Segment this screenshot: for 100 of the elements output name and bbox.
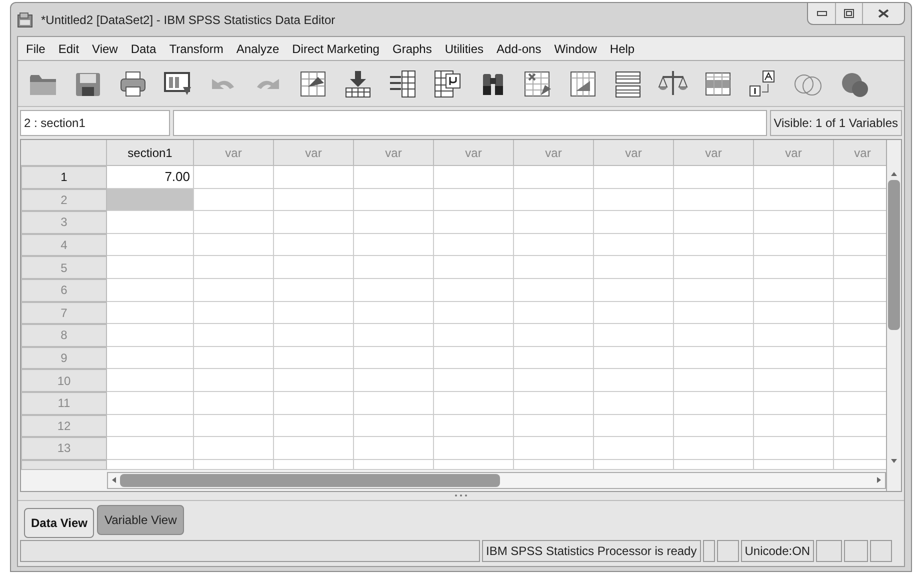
table-cell[interactable] <box>107 256 194 279</box>
table-cell[interactable] <box>754 256 834 279</box>
table-cell[interactable] <box>674 414 754 438</box>
table-cell[interactable] <box>754 188 834 212</box>
table-cell[interactable] <box>274 437 354 460</box>
table-cell[interactable] <box>834 460 886 470</box>
table-cell[interactable] <box>434 346 514 370</box>
table-cell[interactable] <box>754 460 834 470</box>
table-cell[interactable] <box>594 188 674 212</box>
table-cell[interactable] <box>354 234 434 256</box>
menu-item[interactable]: Add-ons <box>490 40 548 58</box>
table-cell[interactable] <box>754 324 834 347</box>
table-cell[interactable] <box>514 278 594 302</box>
table-cell[interactable] <box>274 188 354 212</box>
table-cell[interactable] <box>754 369 834 392</box>
table-cell[interactable] <box>754 346 834 370</box>
table-cell[interactable] <box>674 369 754 392</box>
row-header[interactable]: 11 <box>21 392 107 415</box>
table-cell[interactable] <box>674 437 754 460</box>
table-cell[interactable] <box>107 460 194 470</box>
menu-item[interactable]: Graphs <box>386 40 438 58</box>
table-cell[interactable] <box>354 278 434 302</box>
row-header[interactable]: 5 <box>21 256 107 279</box>
table-cell[interactable] <box>434 234 514 256</box>
table-cell[interactable] <box>674 211 754 234</box>
table-cell[interactable] <box>834 166 886 189</box>
table-cell[interactable] <box>274 302 354 324</box>
row-header[interactable]: 4 <box>21 234 107 256</box>
table-cell[interactable] <box>434 188 514 212</box>
go-to-variable-icon[interactable] <box>343 68 373 98</box>
table-cell[interactable] <box>594 414 674 438</box>
row-header[interactable]: 13 <box>21 437 107 460</box>
table-cell[interactable]: 7.00 <box>107 166 194 189</box>
menu-item[interactable]: Utilities <box>438 40 490 58</box>
table-cell[interactable] <box>354 346 434 370</box>
table-cell[interactable] <box>754 414 834 438</box>
table-cell[interactable] <box>194 234 274 256</box>
table-cell[interactable] <box>514 437 594 460</box>
table-cell[interactable] <box>354 166 434 189</box>
table-cell[interactable] <box>674 346 754 370</box>
table-cell[interactable] <box>674 166 754 189</box>
table-cell[interactable] <box>107 278 194 302</box>
table-cell[interactable] <box>834 234 886 256</box>
table-cell[interactable] <box>674 460 754 470</box>
row-header[interactable]: 3 <box>21 211 107 234</box>
table-cell[interactable] <box>514 188 594 212</box>
table-cell[interactable] <box>834 211 886 234</box>
table-cell[interactable] <box>514 414 594 438</box>
table-cell[interactable] <box>107 437 194 460</box>
table-cell[interactable] <box>594 460 674 470</box>
table-cell[interactable] <box>194 414 274 438</box>
table-cell[interactable] <box>194 188 274 212</box>
print-icon[interactable] <box>118 68 148 98</box>
view-tab[interactable]: Variable View <box>97 504 184 535</box>
table-cell[interactable] <box>107 346 194 370</box>
table-cell[interactable] <box>514 346 594 370</box>
view-tab[interactable]: Data View <box>24 508 94 538</box>
table-cell[interactable] <box>834 302 886 324</box>
table-cell[interactable] <box>434 166 514 189</box>
table-cell[interactable] <box>674 256 754 279</box>
table-cell[interactable] <box>754 392 834 415</box>
table-cell[interactable] <box>194 437 274 460</box>
table-cell[interactable] <box>107 369 194 392</box>
table-cell[interactable] <box>754 437 834 460</box>
insert-variable-icon[interactable] <box>568 68 598 98</box>
table-cell[interactable] <box>107 414 194 438</box>
table-cell[interactable] <box>674 278 754 302</box>
table-cell[interactable] <box>514 302 594 324</box>
table-cell[interactable] <box>674 392 754 415</box>
table-cell[interactable] <box>834 414 886 438</box>
table-cell[interactable] <box>274 256 354 279</box>
variables-icon[interactable] <box>388 68 418 98</box>
row-header[interactable]: 6 <box>21 278 107 302</box>
table-cell[interactable] <box>674 302 754 324</box>
table-cell[interactable] <box>194 278 274 302</box>
table-cell[interactable] <box>834 256 886 279</box>
table-cell[interactable] <box>674 234 754 256</box>
table-cell[interactable] <box>107 302 194 324</box>
table-cell[interactable] <box>107 211 194 234</box>
table-cell[interactable] <box>434 369 514 392</box>
table-cell[interactable] <box>594 256 674 279</box>
table-cell[interactable] <box>514 211 594 234</box>
table-cell[interactable] <box>514 166 594 189</box>
table-cell[interactable] <box>107 188 194 212</box>
menu-item[interactable]: Help <box>604 40 641 58</box>
table-cell[interactable] <box>594 278 674 302</box>
table-cell[interactable] <box>434 302 514 324</box>
table-cell[interactable] <box>674 188 754 212</box>
table-cell[interactable] <box>754 166 834 189</box>
table-cell[interactable] <box>194 346 274 370</box>
row-header[interactable]: 8 <box>21 324 107 347</box>
table-cell[interactable] <box>354 256 434 279</box>
vertical-scrollbar[interactable] <box>886 140 901 491</box>
insert-cases-icon[interactable] <box>523 68 553 98</box>
table-cell[interactable] <box>594 346 674 370</box>
row-header[interactable] <box>21 460 107 470</box>
table-cell[interactable] <box>834 188 886 212</box>
row-header[interactable]: 1 <box>21 166 107 189</box>
scrollbar-thumb[interactable] <box>888 180 900 330</box>
table-cell[interactable] <box>274 369 354 392</box>
